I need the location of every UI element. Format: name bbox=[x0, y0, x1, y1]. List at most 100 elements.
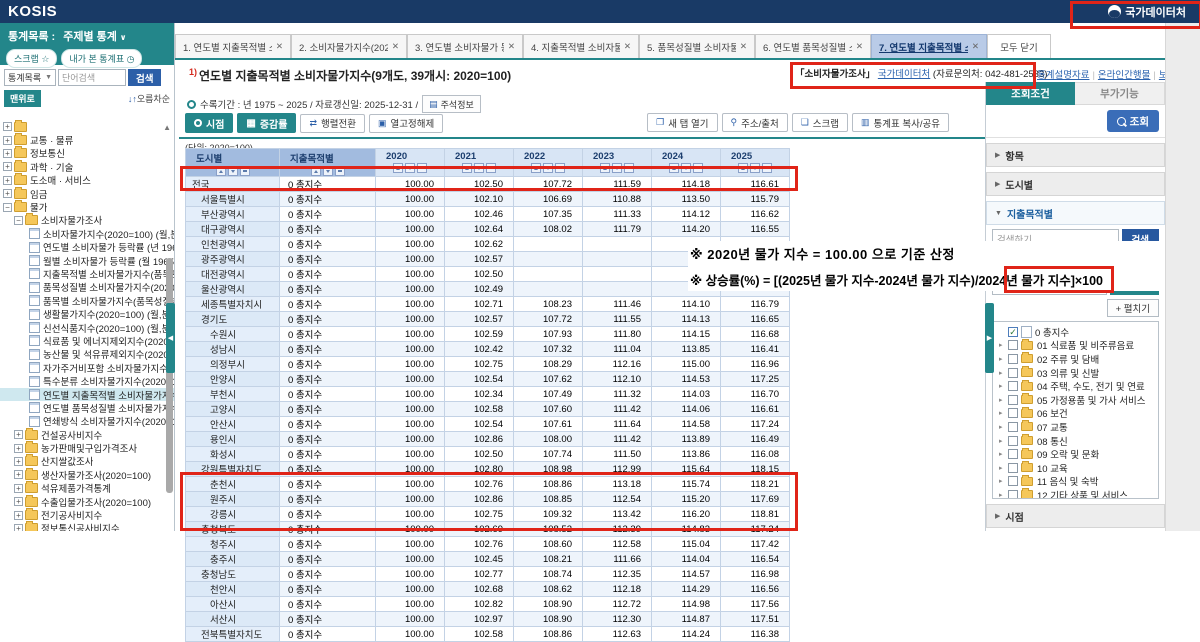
close-icon[interactable]: ✕ bbox=[508, 41, 515, 52]
online-pub-link[interactable]: 온라인간행물 bbox=[1098, 70, 1150, 81]
sort-asc-icon[interactable] bbox=[600, 163, 610, 173]
gov-data-badge[interactable]: 국가데이터처 bbox=[1102, 2, 1192, 22]
tree-item[interactable]: +과학 · 기술 bbox=[0, 160, 174, 173]
panel-collapse-handle[interactable]: ▶ bbox=[985, 303, 994, 373]
category-item[interactable]: ▸03 의류 및 신발 bbox=[993, 366, 1158, 380]
sidebar-scrollbar[interactable] bbox=[166, 258, 173, 493]
tree-item[interactable]: 지출목적별 소비자물가지수(품목포 bbox=[0, 267, 174, 280]
close-all-tabs-button[interactable]: 모두 닫기 bbox=[987, 34, 1051, 58]
stat-explain-link[interactable]: 통계설명자료 bbox=[1037, 70, 1089, 81]
expand-toggle-icon[interactable]: + bbox=[3, 122, 12, 131]
tree-item[interactable]: 농산물 및 석유류제외지수(2020=1 bbox=[0, 348, 174, 361]
year-column-header[interactable]: 2022 bbox=[514, 149, 583, 177]
tree-item[interactable]: +농가판매및구입가격조사 bbox=[0, 441, 174, 454]
scrap-button[interactable]: ❏스크랩 bbox=[792, 113, 848, 132]
tree-item[interactable]: +산지쌀값조사 bbox=[0, 455, 174, 468]
category-item[interactable]: ▸06 보건 bbox=[993, 407, 1158, 421]
table-row[interactable]: 전국0 총지수100.00102.50107.72111.59114.18116… bbox=[186, 177, 790, 192]
table-row[interactable]: 원주시0 총지수100.00102.86108.85112.54115.2011… bbox=[186, 492, 790, 507]
expand-arrow-icon[interactable]: ▸ bbox=[999, 409, 1005, 417]
tree-item[interactable]: +생산자물가조사(2020=100) bbox=[0, 468, 174, 481]
expand-toggle-icon[interactable]: + bbox=[3, 149, 12, 158]
tree-item[interactable]: +건설공사비지수 bbox=[0, 428, 174, 441]
expand-toggle-icon[interactable]: + bbox=[3, 176, 12, 185]
annotation-info-button[interactable]: ▤주석정보 bbox=[422, 95, 481, 113]
pivot-button[interactable]: ⇄행렬전환 bbox=[300, 114, 365, 133]
tree-item[interactable]: 자가주거비포함 소비자물가지수(2 bbox=[0, 361, 174, 374]
checkbox[interactable]: ✓ bbox=[1008, 327, 1018, 337]
table-row[interactable]: 강원특별자치도0 총지수100.00102.80108.98112.99115.… bbox=[186, 462, 790, 477]
category-item[interactable]: ▸08 통신 bbox=[993, 434, 1158, 448]
tree-item[interactable]: −물가 bbox=[0, 200, 174, 213]
table-row[interactable]: 성남시0 총지수100.00102.42107.32111.04113.8511… bbox=[186, 342, 790, 357]
table-row[interactable]: 대구광역시0 총지수100.00102.64108.02111.79114.20… bbox=[186, 222, 790, 237]
category-item[interactable]: ▸04 주택, 수도, 전기 및 연료 bbox=[993, 379, 1158, 393]
checkbox[interactable] bbox=[1008, 463, 1018, 473]
tree-item[interactable]: 연쇄방식 소비자물가지수(2020=1 bbox=[0, 415, 174, 428]
sort-desc-icon[interactable] bbox=[681, 163, 691, 173]
expand-toggle-icon[interactable]: + bbox=[14, 484, 23, 493]
table-row[interactable]: 강릉시0 총지수100.00102.75109.32113.42116.2011… bbox=[186, 507, 790, 522]
sort-asc-icon[interactable] bbox=[531, 163, 541, 173]
tree-item[interactable]: +석유제품가격통계 bbox=[0, 482, 174, 495]
table-row[interactable]: 부산광역시0 총지수100.00102.46107.35111.33114.12… bbox=[186, 207, 790, 222]
statistics-tab[interactable]: 3. 연도별 소비자물가 등락률✕ bbox=[407, 34, 523, 58]
sort-asc-icon[interactable] bbox=[311, 166, 321, 176]
accordion-cities[interactable]: ▶도시별 bbox=[986, 172, 1165, 196]
scroll-up-icon[interactable]: ▲ bbox=[163, 123, 171, 132]
checkbox[interactable] bbox=[1008, 340, 1018, 350]
new-tab-button[interactable]: ❐새 탭 열기 bbox=[647, 113, 717, 132]
scrap-button[interactable]: 스크랩 ☆ bbox=[6, 49, 57, 68]
category-item[interactable]: ▸05 가정용품 및 가사 서비스 bbox=[993, 393, 1158, 407]
expand-toggle-icon[interactable]: + bbox=[14, 497, 23, 506]
collapse-icon[interactable] bbox=[417, 163, 427, 173]
sort-asc-icon[interactable] bbox=[393, 163, 403, 173]
statistics-tab[interactable]: 7. 연도별 지출목적별 소비자물…✕ bbox=[871, 34, 987, 58]
search-scope-select[interactable]: 통계목록▼ bbox=[4, 69, 56, 86]
table-row[interactable]: 경기도0 총지수100.00102.57107.72111.55114.1311… bbox=[186, 312, 790, 327]
sort-desc-icon[interactable] bbox=[228, 166, 238, 176]
expand-arrow-icon[interactable]: ▸ bbox=[999, 382, 1005, 390]
tree-item[interactable]: + bbox=[0, 120, 174, 133]
table-row[interactable]: 안양시0 총지수100.00102.54107.62112.10114.5311… bbox=[186, 372, 790, 387]
tree-item[interactable]: −소비자물가조사 bbox=[0, 214, 174, 227]
year-column-header[interactable]: 2020 bbox=[376, 149, 445, 177]
theme-stats-menu[interactable]: 주제별 통계 ∨ bbox=[63, 28, 126, 44]
sort-asc-icon[interactable] bbox=[738, 163, 748, 173]
tree-item[interactable]: 연도별 소비자물가 등락률 (년 196 bbox=[0, 241, 174, 254]
expand-toggle-icon[interactable]: − bbox=[14, 216, 23, 225]
table-row[interactable]: 의정부시0 총지수100.00102.75108.29112.16115.001… bbox=[186, 357, 790, 372]
table-row[interactable]: 충청북도0 총지수100.00102.69108.52112.39114.831… bbox=[186, 522, 790, 537]
city-column-header[interactable]: 도시별 bbox=[186, 149, 280, 177]
category-item[interactable]: ▸10 교육 bbox=[993, 461, 1158, 475]
statistics-tab[interactable]: 2. 소비자물가지수(2020=100)✕ bbox=[291, 34, 407, 58]
year-column-header[interactable]: 2023 bbox=[583, 149, 652, 177]
expand-arrow-icon[interactable]: ▸ bbox=[999, 437, 1005, 445]
sort-desc-icon[interactable] bbox=[750, 163, 760, 173]
close-icon[interactable]: ✕ bbox=[624, 41, 631, 52]
sort-desc-icon[interactable] bbox=[323, 166, 333, 176]
table-row[interactable]: 춘천시0 총지수100.00102.76108.86113.18115.7411… bbox=[186, 477, 790, 492]
collapse-icon[interactable] bbox=[762, 163, 772, 173]
close-icon[interactable]: ✕ bbox=[856, 41, 863, 52]
table-row[interactable]: 화성시0 총지수100.00102.50107.74111.50113.8611… bbox=[186, 447, 790, 462]
tree-item[interactable]: +정보통신공사비지수 bbox=[0, 522, 174, 531]
year-column-header[interactable]: 2021 bbox=[445, 149, 514, 177]
accordion-purpose[interactable]: ▼지출목적별 bbox=[986, 201, 1165, 225]
expand-toggle-icon[interactable]: + bbox=[14, 511, 23, 520]
sidebar-search-button[interactable]: 검색 bbox=[128, 69, 161, 86]
my-stats-button[interactable]: 내가 본 통계표 ◷ bbox=[61, 49, 142, 68]
collapse-icon[interactable] bbox=[486, 163, 496, 173]
checkbox[interactable] bbox=[1008, 449, 1018, 459]
expand-arrow-icon[interactable]: ▸ bbox=[999, 477, 1005, 485]
expand-toggle-icon[interactable]: + bbox=[14, 457, 23, 466]
expand-toggle-icon[interactable]: + bbox=[3, 136, 12, 145]
table-row[interactable]: 수원시0 총지수100.00102.59107.93111.80114.1511… bbox=[186, 327, 790, 342]
tree-item[interactable]: +정보통신 bbox=[0, 147, 174, 160]
category-item[interactable]: ▸09 오락 및 문화 bbox=[993, 447, 1158, 461]
accordion-time[interactable]: ▶시점 bbox=[986, 504, 1165, 528]
query-button[interactable]: 조회 bbox=[1107, 110, 1159, 132]
tree-item[interactable]: 품목성질별 소비자물가지수(2020= bbox=[0, 281, 174, 294]
category-item[interactable]: ▸11 음식 및 숙박 bbox=[993, 475, 1158, 489]
statistics-tab[interactable]: 1. 연도별 지출목적별 소비자물…✕ bbox=[175, 34, 291, 58]
